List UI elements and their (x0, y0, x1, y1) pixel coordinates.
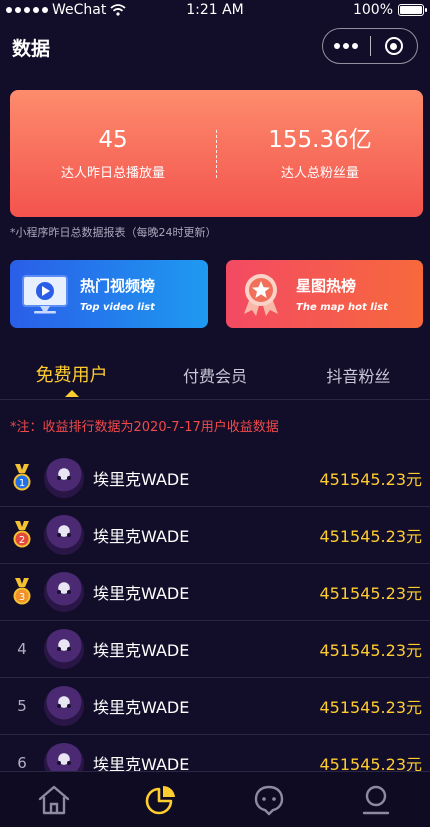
stat-label: 达人总粉丝量 (280, 166, 359, 181)
tab-label: 付费会员 (182, 367, 247, 386)
banner-subtitle: Top video list (80, 302, 155, 313)
stat-value: 155.36亿 (268, 127, 372, 153)
medal-rank-2: 2 (0, 521, 44, 549)
top-video-list-button[interactable]: 热门视频榜 Top video list (10, 260, 208, 328)
list-item[interactable]: 2 埃里克WADE 451545.23元 (0, 507, 430, 564)
earnings-amount: 451545.23元 (319, 698, 422, 717)
user-name: 埃里克WADE (93, 584, 190, 603)
rank-number: 6 (17, 754, 27, 771)
map-hot-list-button[interactable]: 星图热榜 The map hot list (226, 260, 423, 328)
medal-rank-3: 3 (0, 578, 44, 606)
medal-icon: 2 (13, 521, 31, 548)
rank-number: 4 (17, 640, 27, 658)
medal-rank-1: 1 (0, 464, 44, 492)
svg-text:3: 3 (19, 592, 25, 603)
close-button[interactable] (371, 29, 418, 63)
user-type-tabs: 免费用户 付费会员 抖音粉丝 (0, 355, 430, 400)
stat-value: 45 (98, 127, 128, 153)
tabbar-data[interactable] (108, 772, 216, 827)
svg-text:1: 1 (19, 478, 25, 489)
avatar (44, 515, 84, 555)
avatar (44, 686, 84, 726)
avatar (44, 572, 84, 612)
page-title: 数据 (12, 38, 51, 60)
user-name: 埃里克WADE (93, 698, 190, 717)
stat-label: 达人昨日总播放量 (60, 166, 165, 181)
total-fans-stat: 155.36亿 达人总粉丝量 (217, 126, 423, 181)
earnings-amount: 451545.23元 (319, 470, 422, 489)
list-item[interactable]: 4 埃里克WADE 451545.23元 (0, 621, 430, 678)
rank-number: 5 (17, 697, 27, 715)
list-item[interactable]: 6 埃里克WADE 451545.23元 (0, 735, 430, 771)
list-item[interactable]: 5 埃里克WADE 451545.23元 (0, 678, 430, 735)
avatar (44, 458, 84, 498)
medal-icon: 1 (13, 464, 31, 491)
user-name: 埃里克WADE (93, 641, 190, 660)
tab-free-users[interactable]: 免费用户 (0, 355, 143, 399)
more-button[interactable] (323, 29, 370, 63)
bottom-tab-bar (0, 771, 430, 827)
ranking-list[interactable]: 1 埃里克WADE 451545.23元 2 埃里克WADE 451545.23… (0, 450, 430, 771)
tabbar-home[interactable] (0, 772, 108, 827)
yesterday-plays-stat: 45 达人昨日总播放量 (10, 126, 216, 181)
earnings-amount: 451545.23元 (319, 641, 422, 660)
earnings-amount: 451545.23元 (319, 584, 422, 603)
list-item[interactable]: 3 埃里克WADE 451545.23元 (0, 564, 430, 621)
active-tab-indicator (64, 390, 79, 397)
user-icon (363, 785, 390, 814)
banner-title: 星图热榜 (296, 277, 357, 295)
list-item[interactable]: 1 埃里克WADE 451545.23元 (0, 450, 430, 507)
more-icon (334, 43, 359, 49)
battery-icon (398, 4, 427, 16)
banner-subtitle: The map hot list (296, 302, 388, 313)
user-name: 埃里克WADE (93, 527, 190, 546)
earnings-amount: 451545.23元 (319, 527, 422, 546)
avatar (44, 629, 84, 669)
tab-label: 免费用户 (35, 365, 108, 386)
tabbar-messages[interactable] (215, 772, 323, 827)
user-name: 埃里克WADE (93, 470, 190, 489)
tab-douyin-fans[interactable]: 抖音粉丝 (287, 355, 430, 399)
summary-note: *小程序昨日总数据报表（每晚24时更新） (10, 226, 217, 239)
ranking-notice: *注：收益排行数据为2020-7-17用户收益数据 (10, 420, 279, 435)
chat-icon (254, 785, 283, 815)
star-badge-icon (226, 260, 296, 328)
medal-icon: 3 (13, 578, 31, 605)
svg-text:2: 2 (19, 535, 25, 546)
home-icon (38, 785, 69, 814)
mini-program-capsule (322, 28, 418, 64)
summary-card: 45 达人昨日总播放量 155.36亿 达人总粉丝量 (10, 90, 423, 217)
user-name: 埃里克WADE (93, 755, 190, 771)
tab-label: 抖音粉丝 (326, 367, 391, 386)
status-bar: WeChat 1:21 AM 100% (0, 0, 430, 22)
tab-paid-members[interactable]: 付费会员 (143, 355, 286, 399)
video-play-icon (10, 260, 80, 328)
close-target-icon (384, 37, 403, 55)
banner-title: 热门视频榜 (80, 277, 156, 295)
avatar (44, 743, 84, 771)
pie-chart-icon (145, 785, 176, 814)
tabbar-profile[interactable] (323, 772, 430, 827)
earnings-amount: 451545.23元 (319, 755, 422, 771)
nav-bar: 数据 (0, 28, 430, 68)
battery-percent: 100% (352, 2, 393, 18)
